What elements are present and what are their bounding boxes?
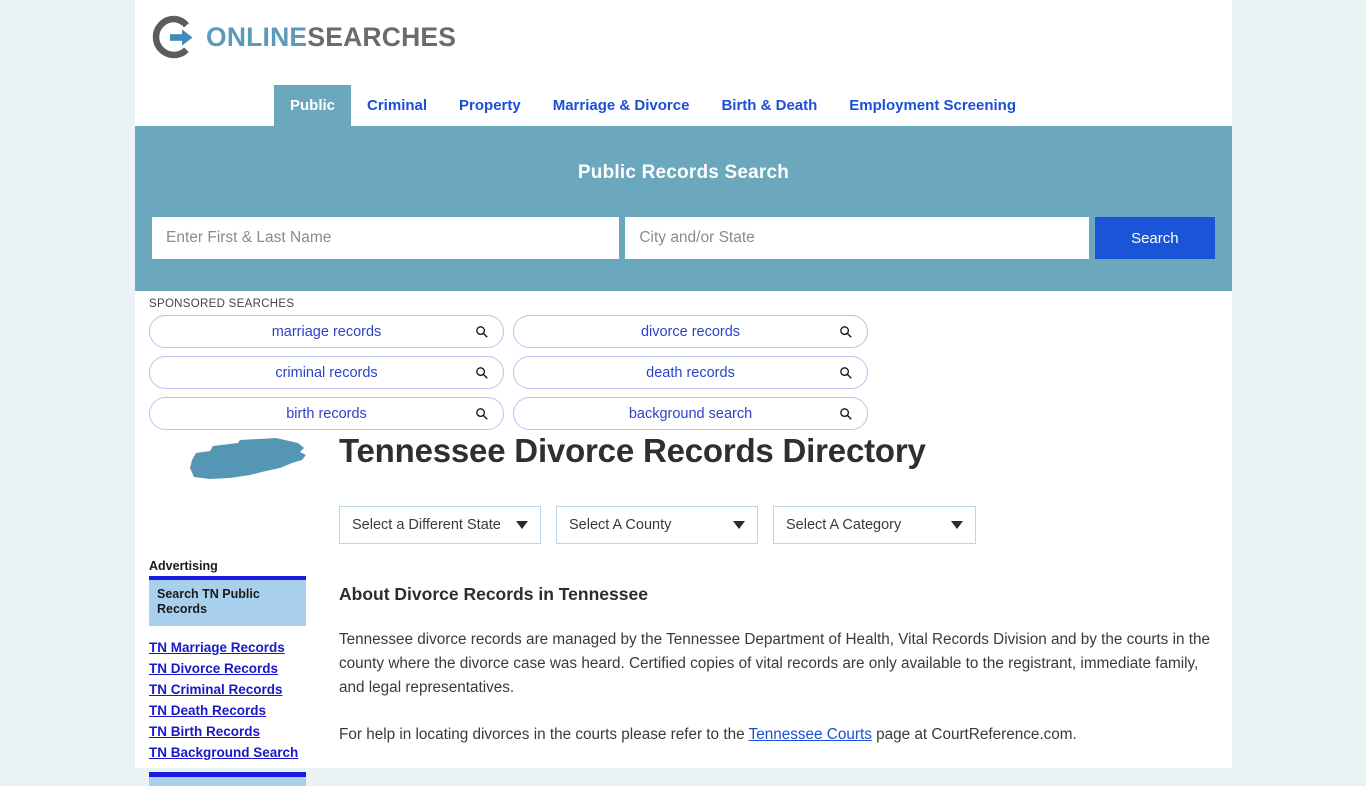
- sponsored-pill-label: criminal records: [275, 364, 378, 381]
- ad-link-tn-death-records[interactable]: TN Death Records: [149, 703, 306, 718]
- ad-box-title: Search TN Public Records: [157, 587, 260, 616]
- category-select[interactable]: Select A Category: [773, 506, 976, 544]
- search-form: Search: [152, 217, 1215, 259]
- logo-text-online: ONLINE: [206, 22, 308, 53]
- main-column: Tennessee Divorce Records Directory Sele…: [339, 404, 1214, 762]
- page-container: ONLINESEARCHES Public Criminal Property …: [135, 0, 1232, 786]
- tennessee-courts-link[interactable]: Tennessee Courts: [749, 726, 872, 743]
- nav-item-marriage-divorce[interactable]: Marriage & Divorce: [537, 85, 706, 126]
- location-search-input[interactable]: [625, 217, 1089, 259]
- nav-item-employment-screening[interactable]: Employment Screening: [833, 85, 1032, 126]
- search-button[interactable]: Search: [1094, 217, 1215, 259]
- search-icon: [840, 366, 852, 379]
- ad-link-tn-criminal-records[interactable]: TN Criminal Records: [149, 682, 306, 697]
- tennessee-map-icon: [190, 438, 306, 479]
- ad-links-list: TN Marriage Records TN Divorce Records T…: [149, 640, 306, 760]
- chevron-down-icon: [733, 521, 745, 529]
- search-icon: [840, 325, 852, 338]
- sponsored-pill-criminal-records[interactable]: criminal records: [149, 356, 504, 389]
- public-records-search-banner: Public Records Search Search: [135, 126, 1232, 291]
- ad-link-tn-background-search[interactable]: TN Background Search: [149, 745, 306, 760]
- sponsored-searches-label: SPONSORED SEARCHES: [149, 298, 295, 310]
- logo-text-searches: SEARCHES: [307, 22, 457, 53]
- ad-link-tn-marriage-records[interactable]: TN Marriage Records: [149, 640, 306, 655]
- nav-item-public[interactable]: Public: [274, 85, 352, 126]
- paragraph-2-text-before: For help in locating divorces in the cou…: [339, 726, 749, 743]
- state-select-label: Select a Different State: [352, 517, 501, 533]
- ad-link-tn-birth-records[interactable]: TN Birth Records: [149, 724, 306, 739]
- nav-item-birth-death[interactable]: Birth & Death: [705, 85, 833, 126]
- ad-link-tn-divorce-records[interactable]: TN Divorce Records: [149, 661, 306, 676]
- advertising-label: Advertising: [149, 559, 218, 573]
- category-select-label: Select A Category: [786, 517, 902, 533]
- page-title: Tennessee Divorce Records Directory: [339, 432, 926, 469]
- about-paragraph-2: For help in locating divorces in the cou…: [339, 723, 1211, 747]
- name-search-input[interactable]: [152, 217, 620, 259]
- sponsored-pill-divorce-records[interactable]: divorce records: [513, 315, 868, 348]
- filter-selectors: Select a Different State Select A County…: [339, 506, 1214, 544]
- logo-wordmark: ONLINESEARCHES: [206, 24, 456, 51]
- county-select[interactable]: Select A County: [556, 506, 758, 544]
- nav-item-criminal[interactable]: Criminal: [351, 85, 443, 126]
- county-select-label: Select A County: [569, 517, 672, 533]
- sponsored-pill-label: divorce records: [640, 323, 741, 340]
- state-select[interactable]: Select a Different State: [339, 506, 541, 544]
- advertising-sidebar: Advertising Search TN Public Records TN …: [149, 559, 306, 786]
- sponsored-pill-label: marriage records: [271, 323, 382, 340]
- sponsored-pill-marriage-records[interactable]: marriage records: [149, 315, 504, 348]
- paragraph-2-text-after: page at CourtReference.com.: [871, 726, 1077, 743]
- about-paragraph-1: Tennessee divorce records are managed by…: [339, 631, 1210, 696]
- circle-arrow-icon: [152, 15, 193, 59]
- sponsored-pill-label: death records: [646, 364, 735, 381]
- main-navigation: Public Criminal Property Marriage & Divo…: [135, 85, 1232, 126]
- site-header: ONLINESEARCHES: [135, 0, 1232, 80]
- nav-item-property[interactable]: Property: [443, 85, 537, 126]
- ad-box: Search TN Public Records: [149, 576, 306, 626]
- site-logo[interactable]: ONLINESEARCHES: [152, 15, 456, 60]
- chevron-down-icon: [516, 521, 528, 529]
- ad-box-secondary: [149, 772, 306, 786]
- banner-title: Public Records Search: [577, 162, 790, 183]
- search-icon: [476, 366, 488, 379]
- about-section-heading: About Divorce Records in Tennessee: [339, 584, 648, 604]
- sponsored-pill-death-records[interactable]: death records: [513, 356, 868, 389]
- chevron-down-icon: [951, 521, 963, 529]
- search-icon: [476, 325, 488, 338]
